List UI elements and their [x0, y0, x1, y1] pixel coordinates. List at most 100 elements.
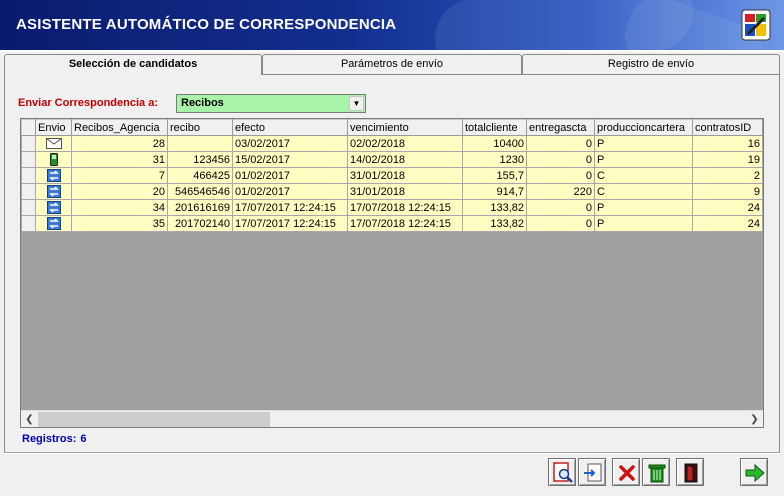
cell-produccioncartera[interactable]: P	[594, 151, 693, 168]
table-row[interactable]: 7 466425 01/02/2017 31/01/2018 155,7 0 C…	[21, 167, 763, 184]
table-row[interactable]: 31 123456 15/02/2017 14/02/2018 1230 0 P…	[21, 151, 763, 168]
column-header-recibos-agencia[interactable]: Recibos_Agencia	[71, 119, 168, 136]
exit-button[interactable]	[676, 458, 704, 486]
cell-vencimiento[interactable]: 17/07/2018 12:24:15	[347, 215, 463, 232]
cell-recibo[interactable]: 466425	[167, 167, 233, 184]
cell-vencimiento[interactable]: 02/02/2018	[347, 135, 463, 152]
cell-entregascta[interactable]: 220	[526, 183, 595, 200]
envio-cell[interactable]	[35, 135, 72, 152]
cell-contratosid[interactable]: 2	[692, 167, 763, 184]
cell-totalcliente[interactable]: 133,82	[462, 215, 527, 232]
cell-totalcliente[interactable]: 914,7	[462, 183, 527, 200]
preview-button[interactable]	[548, 458, 576, 486]
cell-totalcliente[interactable]: 155,7	[462, 167, 527, 184]
cell-contratosid[interactable]: 9	[692, 183, 763, 200]
row-selector[interactable]	[21, 151, 36, 168]
table-row[interactable]: 20 546546546 01/02/2017 31/01/2018 914,7…	[21, 183, 763, 200]
export-button[interactable]	[578, 458, 606, 486]
cell-produccioncartera[interactable]: P	[594, 135, 693, 152]
table-row[interactable]: 28 03/02/2017 02/02/2018 10400 0 P 16	[21, 135, 763, 152]
cell-totalcliente[interactable]: 10400	[462, 135, 527, 152]
scroll-right-icon[interactable]: ❯	[746, 411, 763, 428]
column-header-contratosid[interactable]: contratosID	[692, 119, 763, 136]
cell-recibo[interactable]: 201616169	[167, 199, 233, 216]
tab-parametros-envio[interactable]: Parámetros de envío	[262, 54, 522, 74]
envio-cell[interactable]	[35, 151, 72, 168]
envio-cell[interactable]	[35, 215, 72, 232]
cell-entregascta[interactable]: 0	[526, 199, 595, 216]
cell-entregascta[interactable]: 0	[526, 167, 595, 184]
cell-vencimiento[interactable]: 17/07/2018 12:24:15	[347, 199, 463, 216]
cell-efecto[interactable]: 03/02/2017	[232, 135, 348, 152]
cell-efecto[interactable]: 01/02/2017	[232, 183, 348, 200]
envio-cell[interactable]	[35, 167, 72, 184]
cell-vencimiento[interactable]: 31/01/2018	[347, 167, 463, 184]
column-header-produccioncartera[interactable]: produccioncartera	[594, 119, 693, 136]
cell-produccioncartera[interactable]: P	[594, 215, 693, 232]
cell-recibo[interactable]: 201702140	[167, 215, 233, 232]
cell-contratosid[interactable]: 24	[692, 215, 763, 232]
cell-contratosid[interactable]: 24	[692, 199, 763, 216]
cell-recibos-agencia[interactable]: 31	[71, 151, 168, 168]
chevron-down-icon[interactable]: ▼	[349, 96, 364, 111]
cell-vencimiento[interactable]: 14/02/2018	[347, 151, 463, 168]
row-selector[interactable]	[21, 199, 36, 216]
scroll-left-icon[interactable]: ❮	[21, 411, 38, 428]
bottom-divider	[4, 452, 780, 454]
row-selector[interactable]	[21, 135, 36, 152]
delete-button[interactable]	[642, 458, 670, 486]
cell-totalcliente[interactable]: 1230	[462, 151, 527, 168]
cell-efecto[interactable]: 17/07/2017 12:24:15	[232, 215, 348, 232]
envio-cell[interactable]	[35, 183, 72, 200]
cell-entregascta[interactable]: 0	[526, 135, 595, 152]
row-selector[interactable]	[21, 167, 36, 184]
destinatario-select[interactable]: Recibos ▼	[176, 94, 366, 113]
cell-recibos-agencia[interactable]: 28	[71, 135, 168, 152]
cell-produccioncartera[interactable]: C	[594, 183, 693, 200]
candidates-grid[interactable]: Envio Recibos_Agencia recibo efecto venc…	[20, 118, 764, 428]
transfer-icon	[46, 169, 61, 182]
destinatario-select-value: Recibos	[181, 97, 224, 109]
cell-recibo[interactable]: 546546546	[167, 183, 233, 200]
cell-efecto[interactable]: 17/07/2017 12:24:15	[232, 199, 348, 216]
column-header-recibo[interactable]: recibo	[167, 119, 233, 136]
cell-entregascta[interactable]: 0	[526, 151, 595, 168]
horizontal-scrollbar[interactable]: ❮ ❯	[21, 410, 763, 427]
tab-registro-envio[interactable]: Registro de envío	[522, 54, 780, 74]
column-header-vencimiento[interactable]: vencimiento	[347, 119, 463, 136]
print-preview-icon	[553, 462, 573, 483]
transfer-icon	[46, 185, 61, 198]
next-button[interactable]	[740, 458, 768, 486]
cell-efecto[interactable]: 15/02/2017	[232, 151, 348, 168]
cell-recibo[interactable]: 123456	[167, 151, 233, 168]
cell-vencimiento[interactable]: 31/01/2018	[347, 183, 463, 200]
header-divider	[0, 50, 784, 52]
cell-recibos-agencia[interactable]: 7	[71, 167, 168, 184]
table-row[interactable]: 35 201702140 17/07/2017 12:24:15 17/07/2…	[21, 215, 763, 232]
cell-produccioncartera[interactable]: C	[594, 167, 693, 184]
table-row[interactable]: 34 201616169 17/07/2017 12:24:15 17/07/2…	[21, 199, 763, 216]
cell-produccioncartera[interactable]: P	[594, 199, 693, 216]
cell-recibos-agencia[interactable]: 34	[71, 199, 168, 216]
cell-contratosid[interactable]: 19	[692, 151, 763, 168]
column-header-entregascta[interactable]: entregascta	[526, 119, 595, 136]
column-header-envio[interactable]: Envio	[35, 119, 72, 136]
cell-recibos-agencia[interactable]: 20	[71, 183, 168, 200]
envio-cell[interactable]	[35, 199, 72, 216]
column-header-efecto[interactable]: efecto	[232, 119, 348, 136]
cell-recibo[interactable]	[167, 135, 233, 152]
cell-entregascta[interactable]: 0	[526, 215, 595, 232]
cell-totalcliente[interactable]: 133,82	[462, 199, 527, 216]
cell-contratosid[interactable]: 16	[692, 135, 763, 152]
records-label: Registros:	[22, 433, 77, 445]
column-header-totalcliente[interactable]: totalcliente	[462, 119, 527, 136]
row-selector[interactable]	[21, 215, 36, 232]
cell-efecto[interactable]: 01/02/2017	[232, 167, 348, 184]
app-logo-icon	[741, 9, 771, 41]
scrollbar-thumb[interactable]	[38, 412, 270, 427]
tab-seleccion-candidatos[interactable]: Selección de candidatos	[4, 54, 262, 75]
cancel-button[interactable]	[612, 458, 640, 486]
cell-recibos-agencia[interactable]: 35	[71, 215, 168, 232]
row-selector[interactable]	[21, 183, 36, 200]
title-bar: ASISTENTE AUTOMÁTICO DE CORRESPONDENCIA	[0, 0, 784, 50]
